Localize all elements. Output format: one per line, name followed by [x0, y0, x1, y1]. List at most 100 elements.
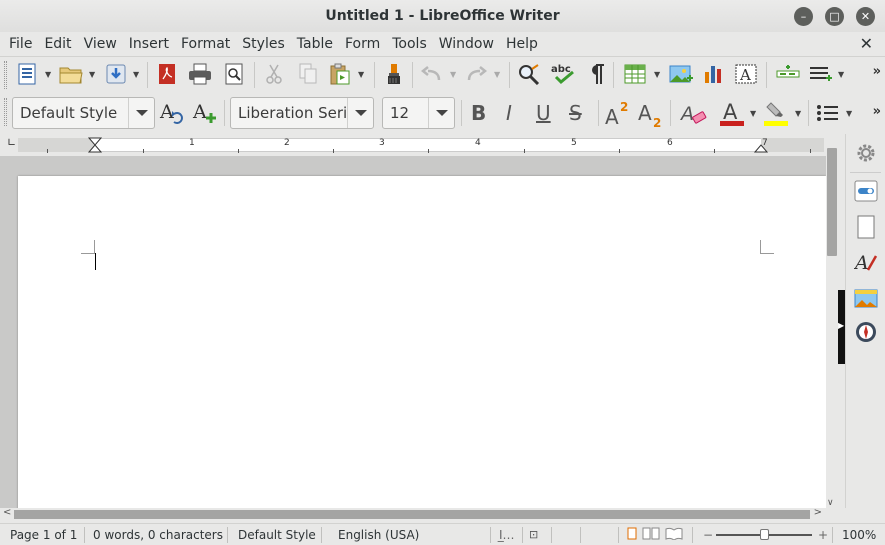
sidebar-collapse-handle[interactable]: ▶: [838, 290, 845, 364]
word-count-status[interactable]: 0 words, 0 characters: [93, 528, 223, 542]
insert-mode-icon[interactable]: I̲…: [499, 528, 515, 542]
insert-field-icon[interactable]: [776, 62, 800, 86]
insert-table-icon[interactable]: [623, 62, 647, 86]
print-preview-icon[interactable]: [222, 62, 246, 86]
save-dropdown-icon[interactable]: ▼: [133, 70, 139, 79]
font-color-icon[interactable]: A: [719, 99, 747, 129]
formatting-marks-icon[interactable]: [585, 62, 609, 86]
menu-view[interactable]: View: [78, 36, 123, 52]
menu-insert[interactable]: Insert: [123, 36, 175, 52]
strikethrough-button[interactable]: S: [569, 101, 582, 125]
menu-edit[interactable]: Edit: [38, 36, 77, 52]
table-dropdown-icon[interactable]: ▼: [654, 70, 660, 79]
language-status[interactable]: English (USA): [338, 528, 419, 542]
font-size-select[interactable]: 12: [382, 97, 455, 129]
paste-icon[interactable]: [328, 62, 352, 86]
find-replace-icon[interactable]: [517, 62, 541, 86]
paste-dropdown-icon[interactable]: ▼: [358, 70, 364, 79]
close-document-button[interactable]: ✕: [860, 34, 873, 53]
page-count-status[interactable]: Page 1 of 1: [10, 528, 77, 542]
menu-window[interactable]: Window: [433, 36, 500, 52]
new-style-icon[interactable]: A: [192, 101, 216, 125]
highlight-color-icon[interactable]: [763, 99, 791, 129]
indent-marker-icon[interactable]: [87, 137, 103, 157]
update-style-icon[interactable]: A: [159, 101, 183, 125]
bullet-dropdown-icon[interactable]: ▼: [846, 109, 852, 118]
menu-styles[interactable]: Styles: [236, 36, 290, 52]
undo-dropdown-icon[interactable]: ▼: [450, 70, 456, 79]
scroll-right-icon[interactable]: >: [814, 507, 822, 518]
insert-special-icon[interactable]: [808, 62, 832, 86]
open-folder-icon[interactable]: [59, 62, 83, 86]
menu-file[interactable]: File: [3, 36, 38, 52]
font-name-select[interactable]: Liberation Serif: [230, 97, 374, 129]
spelling-icon[interactable]: abc: [551, 62, 575, 86]
single-page-view-icon[interactable]: [627, 527, 637, 543]
export-pdf-icon[interactable]: [155, 62, 179, 86]
insert-textbox-icon[interactable]: A: [734, 62, 758, 86]
superscript-icon[interactable]: A2: [604, 100, 632, 128]
page-style-status[interactable]: Default Style: [238, 528, 316, 542]
scroll-down-icon[interactable]: ∨: [827, 498, 834, 508]
save-icon[interactable]: [104, 62, 128, 86]
sidebar-styles-icon[interactable]: A: [854, 250, 878, 274]
zoom-slider-thumb[interactable]: [760, 529, 769, 540]
bullet-list-icon[interactable]: [816, 101, 840, 125]
redo-dropdown-icon[interactable]: ▼: [494, 70, 500, 79]
insert-image-icon[interactable]: [669, 62, 693, 86]
document-page[interactable]: [18, 176, 826, 508]
undo-icon[interactable]: [420, 62, 444, 86]
sidebar-settings-icon[interactable]: [854, 141, 878, 165]
new-document-dropdown-icon[interactable]: ▼: [45, 70, 51, 79]
more-standard-button[interactable]: »: [873, 64, 881, 79]
open-dropdown-icon[interactable]: ▼: [89, 70, 95, 79]
tab-stop-type-icon[interactable]: ∟: [7, 136, 16, 149]
scroll-left-icon[interactable]: <: [3, 507, 11, 518]
underline-button[interactable]: U: [536, 101, 551, 125]
new-document-icon[interactable]: [15, 62, 39, 86]
zoom-in-button[interactable]: +: [818, 528, 828, 542]
sidebar-gallery-icon[interactable]: [854, 286, 878, 310]
chevron-down-icon[interactable]: [128, 98, 154, 128]
horizontal-scrollbar[interactable]: < >: [0, 507, 826, 521]
sidebar-properties-icon[interactable]: [854, 179, 878, 203]
minimize-button[interactable]: –: [794, 7, 813, 26]
chevron-down-icon[interactable]: [428, 98, 454, 128]
selection-mode-icon[interactable]: ⊡: [529, 528, 538, 541]
clone-formatting-icon[interactable]: [382, 62, 406, 86]
menu-format[interactable]: Format: [175, 36, 236, 52]
menu-form[interactable]: Form: [339, 36, 386, 52]
more-formatting-button[interactable]: »: [873, 104, 881, 119]
maximize-button[interactable]: □: [825, 7, 844, 26]
font-color-dropdown-icon[interactable]: ▼: [750, 109, 756, 118]
italic-button[interactable]: I: [506, 101, 512, 125]
vertical-scrollbar[interactable]: ∨: [826, 134, 838, 508]
menu-tools[interactable]: Tools: [386, 36, 433, 52]
paragraph-style-select[interactable]: Default Style: [12, 97, 155, 129]
toolbar-grip[interactable]: [4, 61, 7, 89]
special-dropdown-icon[interactable]: ▼: [838, 70, 844, 79]
print-icon[interactable]: [188, 62, 212, 86]
sidebar-page-icon[interactable]: [854, 215, 878, 239]
chevron-down-icon[interactable]: [347, 98, 373, 128]
copy-icon[interactable]: [296, 62, 320, 86]
document-area[interactable]: [0, 156, 826, 508]
horizontal-ruler[interactable]: ∟ 1 2 3 4 5 6 7: [0, 134, 826, 156]
menu-table[interactable]: Table: [291, 36, 339, 52]
subscript-icon[interactable]: A2: [637, 100, 665, 128]
close-button[interactable]: ✕: [856, 7, 875, 26]
vertical-scroll-thumb[interactable]: [827, 148, 837, 256]
toolbar-grip[interactable]: [4, 98, 7, 126]
book-view-icon[interactable]: [665, 527, 683, 543]
bold-button[interactable]: B: [471, 101, 486, 125]
cut-icon[interactable]: [262, 62, 286, 86]
redo-icon[interactable]: [464, 62, 488, 86]
sidebar-navigator-icon[interactable]: [854, 320, 878, 344]
multi-page-view-icon[interactable]: [642, 527, 660, 543]
horizontal-scroll-thumb[interactable]: [14, 510, 810, 519]
zoom-level-status[interactable]: 100%: [842, 528, 876, 542]
zoom-out-button[interactable]: −: [703, 528, 713, 542]
highlight-dropdown-icon[interactable]: ▼: [795, 109, 801, 118]
clear-formatting-icon[interactable]: A: [680, 101, 708, 127]
insert-chart-icon[interactable]: [702, 62, 726, 86]
